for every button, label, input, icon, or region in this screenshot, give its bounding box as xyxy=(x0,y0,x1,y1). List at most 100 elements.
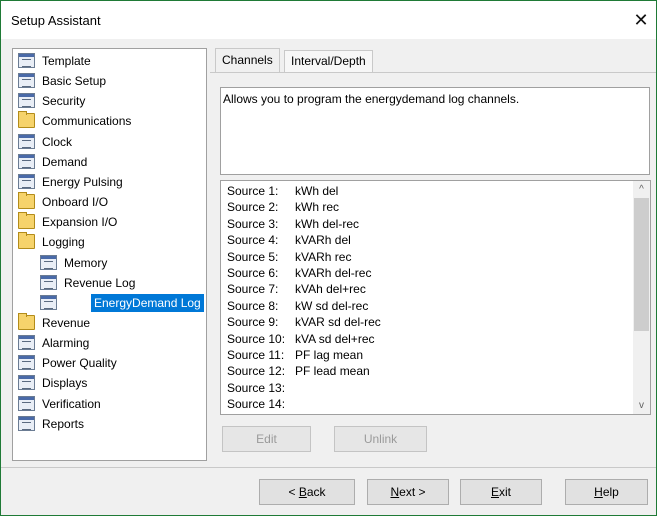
tree-item-demand[interactable]: Demand xyxy=(18,153,203,171)
tree-item-onboard-i-o[interactable]: Onboard I/O xyxy=(18,192,203,211)
source-row[interactable]: Source 7: kVAh del+rec xyxy=(227,281,627,297)
tree-item-label: Onboard I/O xyxy=(42,195,109,210)
setup-tree[interactable]: Template Basic Setup Security Communication… xyxy=(12,48,207,461)
tree-item-label: Communications xyxy=(42,114,132,129)
source-value: PF lead mean xyxy=(295,364,370,379)
next-button[interactable]: Next > xyxy=(367,479,449,505)
tree-item-label: Verification xyxy=(42,396,101,411)
title-bar: Setup Assistant ✕ xyxy=(1,1,656,39)
source-label: Source 12: xyxy=(227,364,286,379)
help-rest: elp xyxy=(602,485,619,499)
tree-item-energy-pulsing[interactable]: Energy Pulsing xyxy=(18,173,203,191)
source-row[interactable]: Source 10: kVA sd del+rec xyxy=(227,331,627,347)
source-value: kVAR sd del-rec xyxy=(295,315,381,330)
source-row[interactable]: Source 9: kVAR sd del-rec xyxy=(227,314,627,330)
source-row[interactable]: Source 5: kVARh rec xyxy=(227,249,627,265)
exit-button[interactable]: Exit xyxy=(460,479,542,505)
scroll-thumb[interactable] xyxy=(634,198,649,331)
tree-item-verification[interactable]: Verification xyxy=(18,395,203,413)
setup-assistant-window: Setup Assistant ✕ Template Basic Setup Sec… xyxy=(0,0,657,516)
tree-item-label: Revenue Log xyxy=(64,275,136,290)
source-row[interactable]: Source 8: kW sd del-rec xyxy=(227,298,627,314)
help-button[interactable]: Help xyxy=(565,479,648,505)
vertical-scrollbar[interactable]: ^ v xyxy=(633,181,650,414)
edit-button[interactable]: Edit xyxy=(222,426,311,452)
tree-item-power-quality[interactable]: Power Quality xyxy=(18,354,203,372)
tree-item-label: Displays xyxy=(42,376,88,391)
tree-item-label: Alarming xyxy=(42,336,90,351)
back-prefix: < xyxy=(288,485,299,499)
tree-item-label: Clock xyxy=(42,134,73,149)
footer-separator xyxy=(1,467,656,468)
tree-item-label: Expansion I/O xyxy=(42,215,118,230)
dialog-body: Template Basic Setup Security Communication… xyxy=(1,39,656,515)
back-accel: B xyxy=(298,485,307,499)
tree-item-template[interactable]: Template xyxy=(18,52,203,70)
folder-icon xyxy=(18,212,35,230)
next-rest: ext > xyxy=(399,485,426,499)
scroll-up-icon[interactable]: ^ xyxy=(633,181,650,198)
document-icon xyxy=(18,395,35,411)
document-icon xyxy=(40,294,57,310)
tree-item-reports[interactable]: Reports xyxy=(18,415,203,433)
source-row[interactable]: Source 12: PF lead mean xyxy=(227,363,627,379)
tab-channels[interactable]: Channels xyxy=(215,48,280,72)
tree-item-memory[interactable]: Memory xyxy=(40,254,225,272)
source-value: kWh del xyxy=(295,184,339,198)
source-label: Source 14: xyxy=(227,397,286,412)
scroll-down-icon[interactable]: v xyxy=(633,397,650,414)
source-value: kVAh del+rec xyxy=(295,282,366,297)
source-row[interactable]: Source 1: kWh del xyxy=(227,183,627,199)
folder-icon xyxy=(18,192,35,210)
source-value: kVARh del-rec xyxy=(295,266,372,280)
source-label: Source 2: xyxy=(227,200,279,215)
tree-item-revenue[interactable]: Revenue xyxy=(18,312,203,332)
source-row[interactable]: Source 3: kWh del-rec xyxy=(227,216,627,232)
tree-item-label: EnergyDemand Log xyxy=(91,293,204,312)
document-icon xyxy=(18,415,35,431)
tree-item-label: Revenue xyxy=(42,315,91,330)
tree-item-basic-setup[interactable]: Basic Setup xyxy=(18,72,203,90)
tab-interval-depth[interactable]: Interval/Depth xyxy=(284,50,373,72)
source-row[interactable]: Source 13: xyxy=(227,380,627,396)
source-row[interactable]: Source 4: kVARh del xyxy=(227,232,627,248)
document-icon xyxy=(18,53,35,68)
source-label: Source 13: xyxy=(227,380,286,395)
tree-item-expansion-i-o[interactable]: Expansion I/O xyxy=(18,212,203,231)
source-label: Source 4: xyxy=(227,233,279,248)
folder-icon xyxy=(18,111,35,129)
tree-item-energydemand-log[interactable]: EnergyDemand Log xyxy=(40,293,225,312)
tree-item-label: Logging xyxy=(42,235,85,250)
tree-item-displays[interactable]: Displays xyxy=(18,374,203,392)
tree-item-revenue-log[interactable]: Revenue Log xyxy=(40,274,225,292)
document-icon xyxy=(18,133,35,149)
window-title: Setup Assistant xyxy=(11,13,101,28)
tree-item-label: Demand xyxy=(42,154,88,169)
source-label: Source 7: xyxy=(227,282,279,297)
source-value: kVA sd del+rec xyxy=(295,331,375,346)
document-icon xyxy=(18,93,35,109)
tree-item-label: Basic Setup xyxy=(42,74,107,89)
unlink-button[interactable]: Unlink xyxy=(334,426,427,452)
tree-item-label: Energy Pulsing xyxy=(42,174,123,189)
source-list[interactable]: Source 14: Source 13: Source 12: PF lead me… xyxy=(220,180,651,415)
document-icon xyxy=(18,355,35,371)
description-box: Allows you to program the energydemand l… xyxy=(220,87,650,175)
back-button[interactable]: < Back xyxy=(259,479,355,505)
tree-item-label: Memory xyxy=(64,255,108,270)
tree-item-clock[interactable]: Clock xyxy=(18,133,203,151)
tree-item-communications[interactable]: Communications xyxy=(18,111,203,130)
source-row[interactable]: Source 2: kWh rec xyxy=(227,199,627,215)
document-icon xyxy=(18,173,35,189)
tree-item-security[interactable]: Security xyxy=(18,92,203,110)
close-icon[interactable]: ✕ xyxy=(626,1,656,39)
tree-item-logging[interactable]: Logging xyxy=(18,232,203,251)
source-row[interactable]: Source 6: kVARh del-rec xyxy=(227,265,627,281)
source-row[interactable]: Source 11: PF lag mean xyxy=(227,347,627,363)
source-row[interactable]: Source 14: xyxy=(227,396,627,412)
source-label: Source 9: xyxy=(227,315,279,330)
document-icon xyxy=(18,335,35,351)
tree-item-label: Reports xyxy=(42,416,85,431)
tree-item-alarming[interactable]: Alarming xyxy=(18,334,203,352)
document-icon xyxy=(18,153,35,169)
